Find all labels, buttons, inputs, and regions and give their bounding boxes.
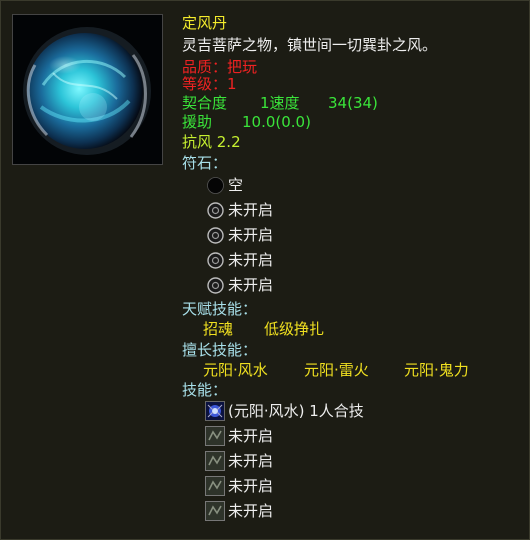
skills-header: 技能： — [182, 381, 228, 399]
locked-rune-slot-icon[interactable] — [207, 202, 224, 219]
locked-skill-icon[interactable] — [205, 501, 225, 521]
locked-skill-icon[interactable] — [205, 476, 225, 496]
rune-slot-label: 未开启 — [228, 251, 274, 269]
skill-label: 未开启 — [228, 427, 274, 445]
talent-skill: 招魂 — [203, 320, 234, 338]
locked-skill-icon[interactable] — [205, 451, 225, 471]
skill-label: 未开启 — [228, 502, 274, 520]
resist-wind: 抗风 2.2 — [182, 133, 241, 151]
fit-label: 契合度 — [182, 94, 228, 112]
specialty-header: 擅长技能： — [182, 341, 258, 359]
combo-skill-icon[interactable] — [205, 401, 225, 421]
talent-header: 天赋技能： — [182, 300, 258, 318]
wind-orb-icon — [13, 15, 162, 164]
assist-value: 10.0(0.0) — [242, 113, 311, 131]
rune-slot-label: 未开启 — [228, 226, 274, 244]
rune-slot-label: 空 — [228, 176, 244, 194]
item-tooltip-panel: 定风丹 灵吉菩萨之物，镇世间一切巽卦之风。 品质：把玩 等级：1 契合度 1速度… — [0, 0, 530, 540]
skill-label: 未开启 — [228, 452, 274, 470]
rune-slot-label: 未开启 — [228, 276, 274, 294]
locked-skill-icon[interactable] — [205, 426, 225, 446]
skill-label: 未开启 — [228, 477, 274, 495]
rune-header: 符石： — [182, 154, 228, 172]
item-level: 等级：1 — [182, 75, 237, 93]
assist-label: 援助 — [182, 113, 213, 131]
rune-slot-label: 未开启 — [228, 201, 274, 219]
specialty-skill: 元阳·鬼力 — [404, 361, 469, 379]
item-orb-image — [12, 14, 163, 165]
talent-skill: 低级挣扎 — [264, 320, 325, 338]
locked-rune-slot-icon[interactable] — [207, 227, 224, 244]
empty-rune-slot-icon[interactable] — [207, 177, 224, 194]
item-name: 定风丹 — [182, 14, 228, 32]
fit-value: 34(34) — [328, 94, 378, 112]
skill-label: (元阳·风水) 1人合技 — [228, 402, 364, 420]
item-description: 灵吉菩萨之物，镇世间一切巽卦之风。 — [182, 36, 438, 54]
locked-rune-slot-icon[interactable] — [207, 252, 224, 269]
locked-rune-slot-icon[interactable] — [207, 277, 224, 294]
specialty-skill: 元阳·雷火 — [304, 361, 369, 379]
specialty-skill: 元阳·风水 — [203, 361, 268, 379]
fit-stat: 1速度 — [260, 94, 300, 112]
